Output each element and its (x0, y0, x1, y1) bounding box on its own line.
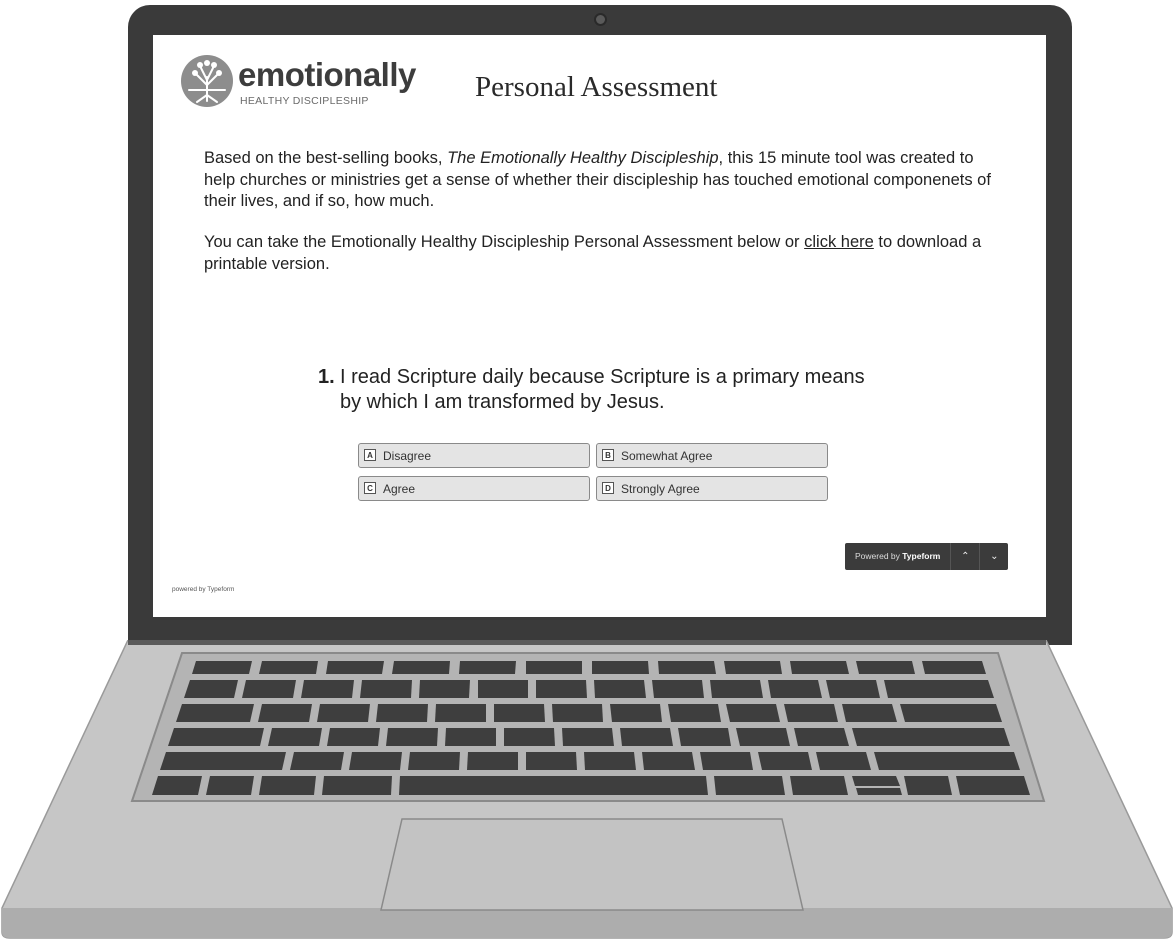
choice-key: B (602, 449, 614, 461)
choice-strongly-agree[interactable]: D Strongly Agree (596, 476, 828, 501)
choice-key: C (364, 482, 376, 494)
choice-somewhat-agree[interactable]: B Somewhat Agree (596, 443, 828, 468)
intro-paragraph: Based on the best-selling books, The Emo… (204, 148, 1004, 213)
book-title: The Emotionally Healthy Discipleship (447, 149, 719, 167)
keyboard (130, 652, 1046, 802)
camera-icon (594, 13, 607, 26)
choice-label: Disagree (383, 449, 432, 463)
question-number: 1. (318, 366, 335, 388)
chevron-down-icon[interactable]: ⌄ (979, 543, 1008, 570)
tree-icon (181, 55, 233, 107)
choice-disagree[interactable]: A Disagree (358, 443, 590, 468)
typeform-brand: Typeform (902, 551, 941, 561)
choice-key: D (602, 482, 614, 494)
emotionally-healthy-logo[interactable]: emotionally HEALTHY DISCIPLESHIP (181, 55, 416, 113)
page-title: Personal Assessment (475, 71, 718, 103)
question-text: I read Scripture daily because Scripture… (340, 366, 865, 413)
powered-prefix: Powered by (855, 551, 903, 561)
laptop-screen: emotionally HEALTHY DISCIPLESHIP Persona… (153, 35, 1046, 617)
download-paragraph: You can take the Emotionally Healthy Dis… (204, 232, 1004, 275)
choice-label: Agree (383, 482, 416, 496)
click-here-link[interactable]: click here (804, 233, 874, 251)
logo-subtitle: HEALTHY DISCIPLESHIP (240, 95, 369, 107)
choice-key: A (364, 449, 376, 461)
download-text: You can take the Emotionally Healthy Dis… (204, 233, 805, 251)
trackpad (380, 818, 804, 911)
choice-agree[interactable]: C Agree (358, 476, 590, 501)
powered-by-typeform-button[interactable]: Powered by Typeform (845, 543, 950, 570)
intro-text: Based on the best-selling books, (204, 149, 448, 167)
chevron-up-icon[interactable]: ⌃ (950, 543, 979, 570)
choice-label: Strongly Agree (621, 482, 700, 496)
choice-label: Somewhat Agree (621, 449, 713, 463)
typeform-nav-bar: Powered by Typeform ⌃ ⌄ (845, 543, 1009, 570)
logo-wordmark: emotionally (238, 56, 416, 93)
powered-by-footer: powered by Typeform (172, 586, 235, 593)
